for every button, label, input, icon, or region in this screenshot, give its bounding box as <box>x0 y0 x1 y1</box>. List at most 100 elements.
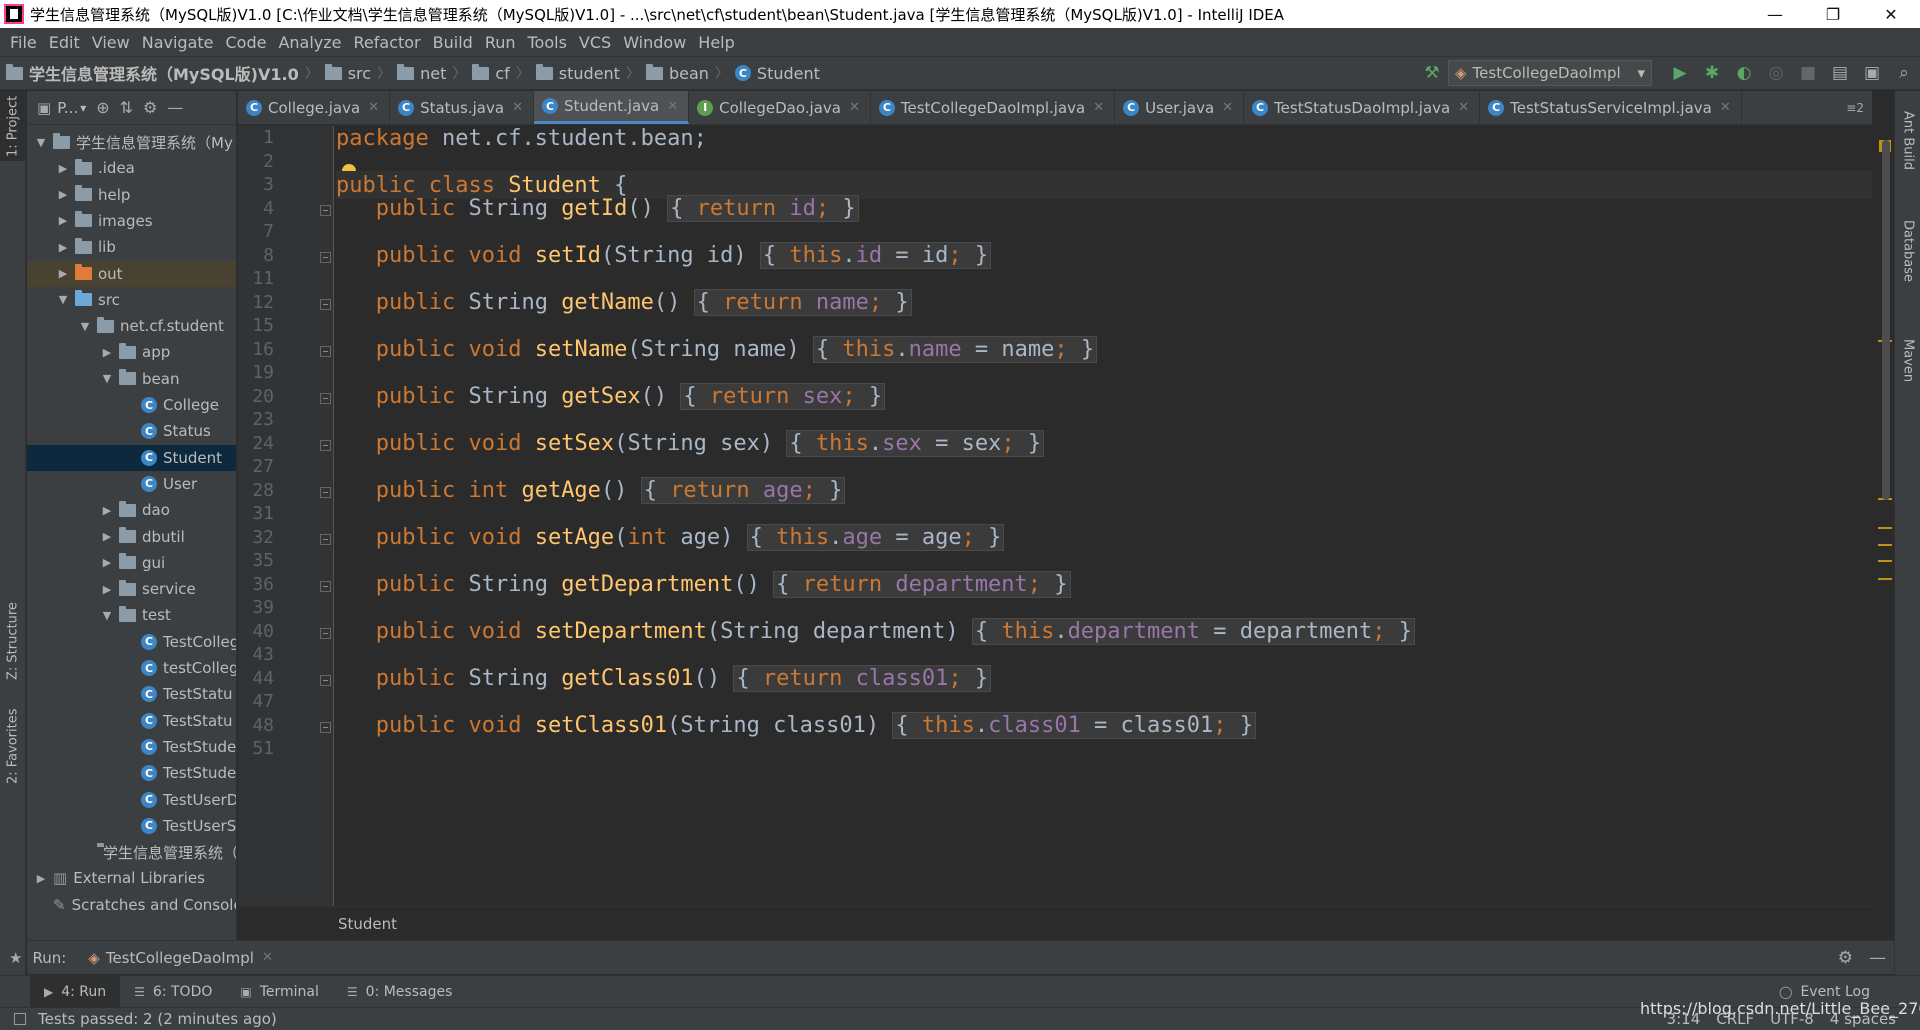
chevron-right-icon[interactable]: ▶ <box>55 162 71 175</box>
chevron-right-icon[interactable]: ▶ <box>99 556 115 569</box>
profile-icon[interactable]: ◎ <box>1762 59 1790 87</box>
menu-view[interactable]: View <box>86 33 136 52</box>
tree-item[interactable]: ▼ net.cf.student <box>27 313 236 339</box>
breadcrumb-item[interactable]: cf <box>466 63 515 83</box>
close-icon[interactable]: ✕ <box>849 100 860 115</box>
fold-toggle-icon[interactable] <box>320 721 331 733</box>
chevron-right-icon[interactable]: ▶ <box>55 188 71 201</box>
tree-item[interactable]: C TestUserS <box>27 813 236 839</box>
coverage-icon[interactable]: ◐ <box>1730 59 1758 87</box>
build-hammer-icon[interactable]: ⚒ <box>1418 59 1446 87</box>
error-stripe-mark[interactable] <box>1878 578 1892 580</box>
error-stripe-mark[interactable] <box>1878 560 1892 562</box>
database-tool-tab[interactable]: Database <box>1895 201 1920 301</box>
menu-window[interactable]: Window <box>617 33 692 52</box>
fold-toggle-icon[interactable] <box>320 251 331 263</box>
maven-tool-tab[interactable]: Maven <box>1895 321 1920 401</box>
tree-item[interactable]: ▶ out <box>27 260 236 287</box>
stop-icon[interactable]: ■ <box>1794 59 1822 87</box>
error-stripe-mark[interactable] <box>1878 544 1892 546</box>
folded-body[interactable]: { return name; } <box>693 289 912 316</box>
close-icon[interactable]: ✕ <box>368 100 379 115</box>
editor-tab[interactable]: I CollegeDao.java ✕ <box>689 91 871 124</box>
chevron-down-icon[interactable]: ▼ <box>33 136 49 149</box>
maximize-button[interactable]: ❐ <box>1804 0 1862 28</box>
tree-item[interactable]: ▶ images <box>27 208 236 234</box>
tree-item[interactable]: ▼ 学生信息管理系统（My <box>27 129 236 155</box>
breadcrumb-item[interactable]: 学生信息管理系统（MySQL版)V1.0 <box>0 61 305 85</box>
close-icon[interactable]: ✕ <box>262 950 273 965</box>
breadcrumb-item[interactable]: net <box>391 63 452 83</box>
editor-tab[interactable]: C TestStatusDaoImpl.java ✕ <box>1244 91 1481 124</box>
chevron-right-icon[interactable]: ▶ <box>55 267 71 280</box>
menu-edit[interactable]: Edit <box>43 33 86 52</box>
fold-toggle-icon[interactable] <box>320 439 331 451</box>
fold-toggle-icon[interactable] <box>320 298 331 310</box>
tree-item[interactable]: ▼ test <box>27 602 236 628</box>
tree-item[interactable]: ▶ gui <box>27 550 236 576</box>
structure-tool-tab[interactable]: Z: Structure <box>0 591 26 691</box>
pin-icon[interactable]: ★ <box>9 949 22 967</box>
editor-tab[interactable]: C User.java ✕ <box>1115 91 1245 124</box>
folded-body[interactable]: { this.name = name; } <box>812 336 1098 363</box>
folded-body[interactable]: { this.class01 = class01; } <box>892 712 1257 739</box>
tree-item[interactable]: C TestStatu <box>27 708 236 734</box>
chevron-right-icon[interactable]: ▶ <box>99 504 115 517</box>
minimize-button[interactable]: — <box>1746 0 1804 28</box>
breadcrumb-item[interactable]: C Student <box>729 64 826 83</box>
menu-build[interactable]: Build <box>427 33 479 52</box>
fold-toggle-icon[interactable] <box>320 345 331 357</box>
run-configuration-select[interactable]: ◈ TestCollegeDaoImpl ▾ <box>1448 60 1652 86</box>
tree-item[interactable]: 学生信息管理系统（I <box>27 839 236 865</box>
tree-item[interactable]: C College <box>27 392 236 418</box>
chevron-down-icon[interactable]: ▼ <box>99 372 115 385</box>
tree-item[interactable]: C TestStatu <box>27 681 236 707</box>
tree-item[interactable]: ▶ lib <box>27 234 236 260</box>
tree-item[interactable]: ✎ Scratches and Console <box>27 892 236 918</box>
search-icon[interactable]: ⌕ <box>1890 59 1918 87</box>
folded-body[interactable]: { return sex; } <box>680 383 886 410</box>
tree-item[interactable]: ▶ app <box>27 339 236 365</box>
menu-tools[interactable]: Tools <box>522 33 573 52</box>
hide-panel-icon[interactable]: — <box>1869 948 1886 968</box>
chevron-right-icon[interactable]: ▶ <box>55 214 71 227</box>
debug-icon[interactable]: ✱ <box>1698 59 1726 87</box>
breadcrumb-item[interactable]: bean <box>640 63 715 83</box>
tree-item[interactable]: ▼ src <box>27 287 236 313</box>
tool-window-terminal[interactable]: ▣ Terminal <box>226 976 333 1008</box>
project-view-select[interactable]: P... <box>57 99 78 117</box>
tree-item[interactable]: C TestColleg <box>27 629 236 655</box>
favorites-tool-tab[interactable]: 2: Favorites <box>0 701 26 791</box>
presentation-icon[interactable]: ▣ <box>1858 59 1886 87</box>
editor-tab[interactable]: C Student.java ✕ <box>533 91 690 124</box>
collapse-all-icon[interactable]: ⇅ <box>120 98 133 117</box>
tree-item[interactable]: C Status <box>27 418 236 444</box>
close-icon[interactable]: ✕ <box>667 99 678 114</box>
chevron-down-icon[interactable]: ▼ <box>99 609 115 622</box>
folded-body[interactable]: { this.department = department; } <box>971 618 1415 645</box>
folded-body[interactable]: { return department; } <box>773 571 1071 598</box>
tree-item[interactable]: ▼ bean <box>27 366 236 392</box>
folded-body[interactable]: { return id; } <box>667 195 859 222</box>
tree-item[interactable]: C TestStude <box>27 734 236 760</box>
tree-item[interactable]: ▶ help <box>27 182 236 208</box>
gear-icon[interactable]: ⚙ <box>1838 948 1853 968</box>
locate-icon[interactable]: ⊕ <box>96 98 109 117</box>
editor-tab[interactable]: C TestCollegeDaoImpl.java ✕ <box>871 91 1116 124</box>
chevron-right-icon[interactable]: ▶ <box>99 530 115 543</box>
chevron-right-icon[interactable]: ▶ <box>99 583 115 596</box>
run-icon[interactable]: ▶ <box>1666 59 1694 87</box>
tree-item[interactable]: ▶ dbutil <box>27 524 236 550</box>
close-icon[interactable]: ✕ <box>1458 100 1469 115</box>
chevron-down-icon[interactable]: ▼ <box>55 293 71 306</box>
project-tool-tab[interactable]: 1: Project <box>0 91 26 161</box>
folded-body[interactable]: { return age; } <box>640 477 846 504</box>
ant-build-tool-tab[interactable]: Ant Build <box>1895 95 1920 185</box>
folded-body[interactable]: { this.id = id; } <box>759 242 992 269</box>
folded-body[interactable]: { return class01; } <box>733 665 992 692</box>
close-icon[interactable]: ✕ <box>1222 100 1233 115</box>
fold-toggle-icon[interactable] <box>320 392 331 404</box>
tool-window-run[interactable]: ▶ 4: Run <box>30 975 121 1008</box>
code-editor[interactable]: 1 2 3 4 7 8 11 12 15 16 19 20 23 24 27 28 31 32 35 36 39 40 43… <box>238 126 1872 906</box>
fold-toggle-icon[interactable] <box>320 533 331 545</box>
